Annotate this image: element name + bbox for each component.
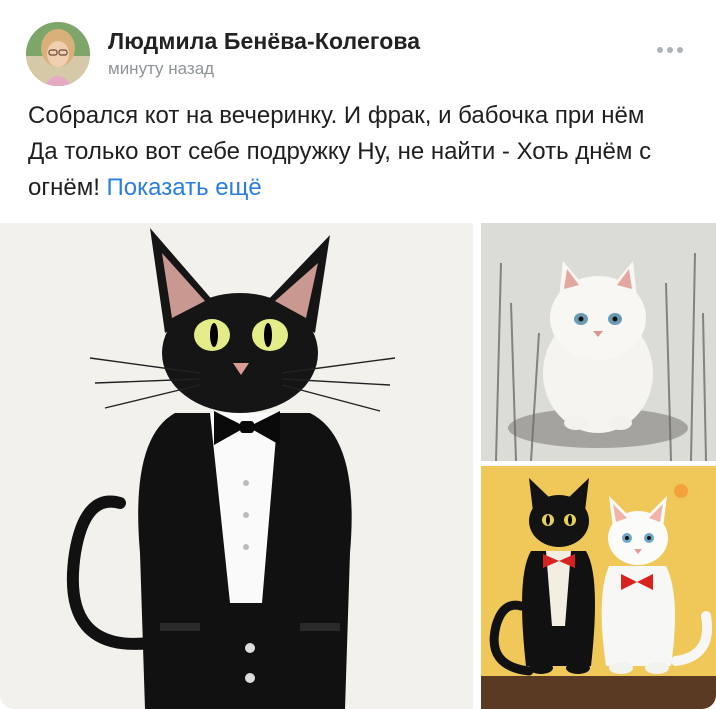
white-fluffy-cat-image xyxy=(481,223,716,461)
dot xyxy=(677,47,683,53)
post-card: Людмила Бенёва-Колегова минуту назад Соб… xyxy=(0,0,716,709)
author-name[interactable]: Людмила Бенёва-Колегова xyxy=(108,28,420,55)
dot xyxy=(667,47,673,53)
photo-white-fluffy-cat[interactable] xyxy=(481,223,716,461)
photo-black-cat-tuxedo[interactable] xyxy=(0,223,473,709)
show-more-link[interactable]: Показать ещё xyxy=(107,174,262,201)
photo-two-cats-bowties[interactable] xyxy=(481,466,716,709)
post-timestamp[interactable]: минуту назад xyxy=(108,59,214,79)
avatar-image xyxy=(26,22,90,86)
two-cats-bowties-image xyxy=(481,466,716,709)
more-options-icon[interactable] xyxy=(652,38,688,62)
author-avatar[interactable] xyxy=(26,22,90,86)
post-text-block: Собрался кот на вечеринку. И фрак, и баб… xyxy=(28,98,668,206)
dot xyxy=(657,47,663,53)
black-cat-tuxedo-image xyxy=(0,223,473,709)
